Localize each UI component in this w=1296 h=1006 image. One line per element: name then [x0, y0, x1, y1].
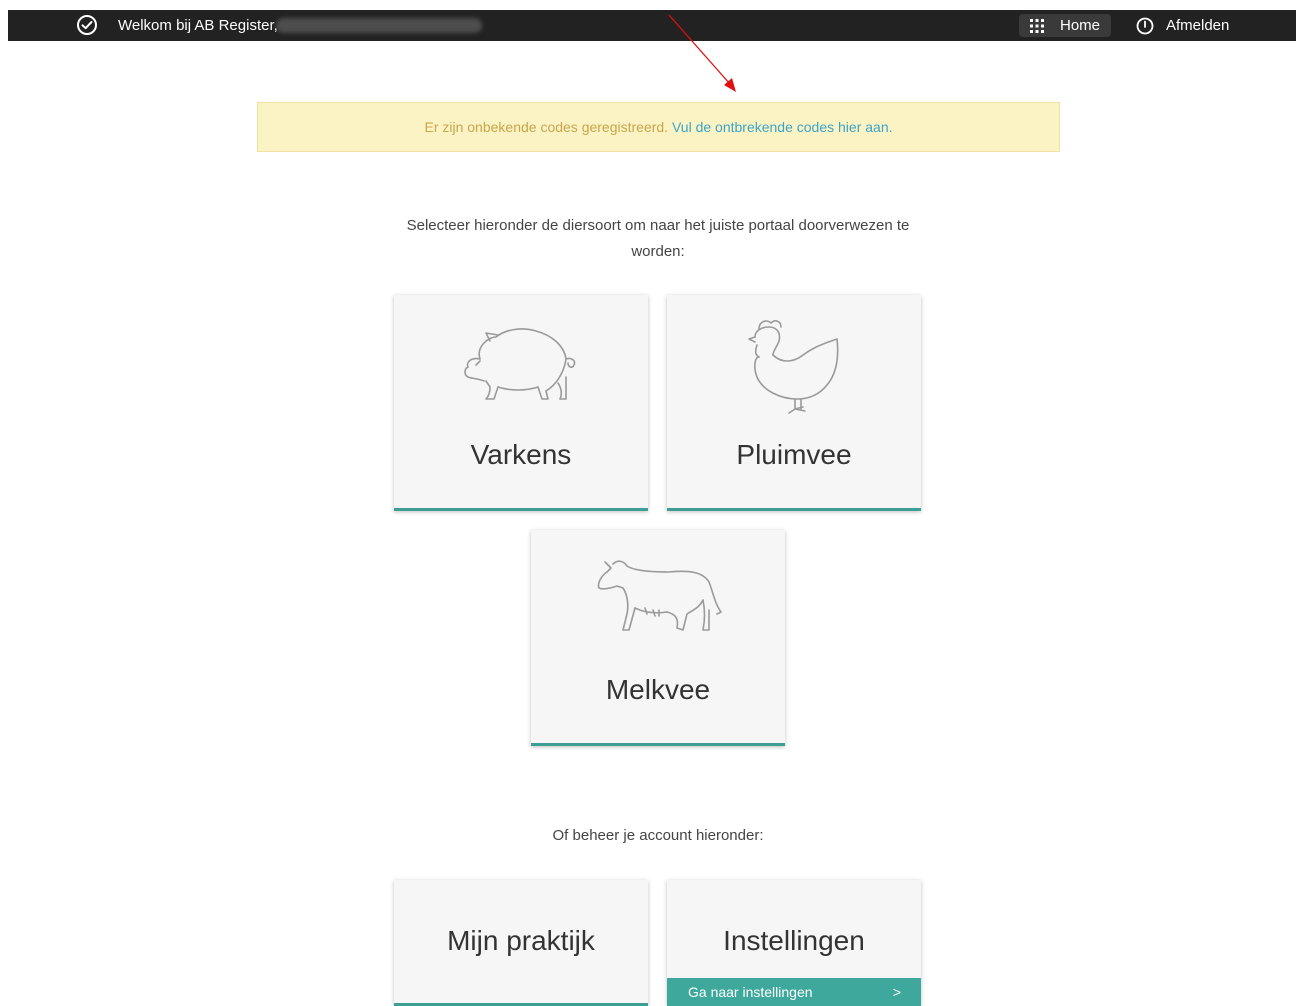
grid-icon: [1030, 19, 1044, 33]
tile-label: Pluimvee: [736, 439, 852, 470]
account-heading: Of beheer je account hieronder:: [552, 827, 764, 844]
chicken-icon: [748, 320, 839, 414]
intro-text: Selecteer hieronder de diersoort om naar…: [406, 217, 910, 260]
power-icon: [1136, 17, 1154, 35]
tile-mijn-praktijk[interactable]: Mijn praktijk: [394, 880, 648, 1006]
redacted-practice-name: [276, 18, 482, 33]
fill-codes-link[interactable]: Vul de ontbrekende codes hier aan.: [672, 119, 893, 135]
check-circle-icon: [77, 15, 97, 35]
cow-icon: [597, 560, 722, 631]
tile-label: Melkvee: [605, 674, 711, 705]
unknown-codes-notice: Er zijn onbekende codes geregistreerd. V…: [257, 102, 1060, 152]
tile-varkens[interactable]: Varkens: [394, 295, 648, 511]
welcome-text: Welkom bij AB Register,: [118, 17, 278, 34]
tile-melkvee[interactable]: Melkvee: [531, 530, 785, 746]
home-label: Home: [1060, 17, 1101, 34]
top-bar: Welkom bij AB Register, Home Afmelden: [8, 10, 1296, 41]
settings-link-label: Ga naar instellingen: [688, 984, 813, 1000]
tile-label: Varkens: [470, 439, 572, 470]
go-to-settings-button[interactable]: Ga naar instellingen >: [667, 978, 921, 1006]
notice-text: Er zijn onbekende codes geregistreerd.: [424, 119, 669, 135]
logout-label: Afmelden: [1166, 17, 1230, 34]
tile-pluimvee[interactable]: Pluimvee: [667, 295, 921, 511]
home-button[interactable]: Home: [1019, 14, 1111, 37]
tile-instellingen[interactable]: Instellingen Ga naar instellingen >: [667, 880, 921, 1006]
tile-label: Mijn praktijk: [447, 925, 595, 956]
tile-label: Instellingen: [723, 925, 865, 956]
annotation-arrow: [668, 14, 736, 92]
chevron-right-icon: >: [892, 984, 901, 1000]
pig-icon: [464, 328, 576, 400]
